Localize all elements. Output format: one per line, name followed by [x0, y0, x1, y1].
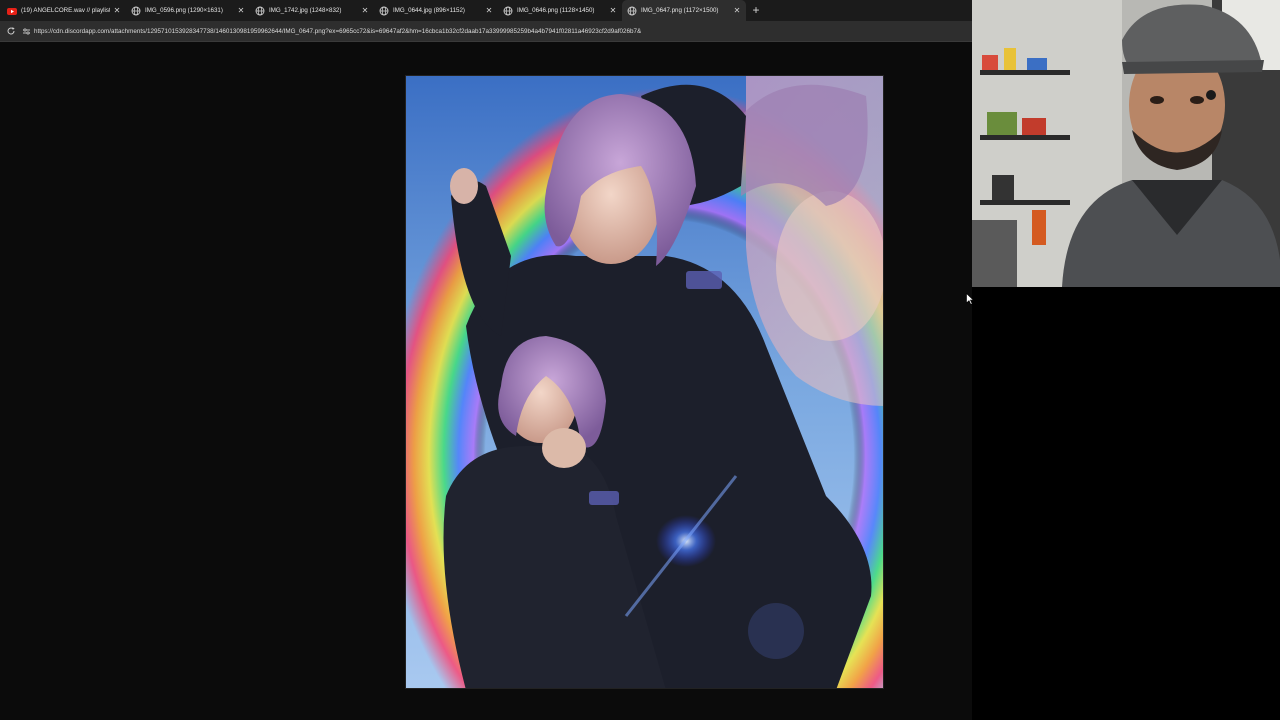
globe-icon — [627, 6, 637, 16]
globe-icon — [503, 6, 513, 16]
displayed-image — [405, 75, 884, 689]
tab-angelcore[interactable]: (19) ANGELCORE.wav // playlist (w ✕ — [2, 0, 126, 21]
globe-icon — [255, 6, 265, 16]
webcam-overlay — [972, 0, 1280, 287]
tab-title: IMG_0646.png (1128×1450) — [517, 7, 595, 14]
address-bar[interactable]: https://cdn.discordapp.com/attachments/1… — [0, 21, 972, 41]
tab-strip: (19) ANGELCORE.wav // playlist (w ✕ IMG_… — [0, 0, 972, 21]
close-icon[interactable]: ✕ — [237, 6, 245, 15]
url-text[interactable]: https://cdn.discordapp.com/attachments/1… — [34, 28, 641, 35]
tab-img-0646[interactable]: IMG_0646.png (1128×1450) ✕ — [498, 0, 622, 21]
tab-img-1742[interactable]: IMG_1742.jpg (1248×832) ✕ — [250, 0, 374, 21]
close-icon[interactable]: ✕ — [113, 6, 121, 15]
close-icon[interactable]: ✕ — [609, 6, 617, 15]
reload-icon[interactable] — [2, 21, 20, 41]
tab-title: IMG_0596.png (1290×1631) — [145, 7, 223, 14]
tab-title: (19) ANGELCORE.wav // playlist (w — [21, 7, 110, 14]
youtube-icon — [7, 6, 17, 16]
site-info-icon[interactable] — [20, 21, 32, 41]
close-icon[interactable]: ✕ — [733, 6, 741, 15]
globe-icon — [379, 6, 389, 16]
mouse-cursor-icon — [966, 292, 975, 305]
tab-img-0647[interactable]: IMG_0647.png (1172×1500) ✕ — [622, 0, 746, 21]
tab-img-0596[interactable]: IMG_0596.png (1290×1631) ✕ — [126, 0, 250, 21]
globe-icon — [131, 6, 141, 16]
close-icon[interactable]: ✕ — [485, 6, 493, 15]
tab-img-0644[interactable]: IMG_0644.jpg (896×1152) ✕ — [374, 0, 498, 21]
close-icon[interactable]: ✕ — [361, 6, 369, 15]
tab-title: IMG_0647.png (1172×1500) — [641, 7, 719, 14]
tab-title: IMG_1742.jpg (1248×832) — [269, 7, 342, 14]
tab-title: IMG_0644.jpg (896×1152) — [393, 7, 465, 14]
new-tab-button[interactable]: + — [750, 4, 762, 16]
